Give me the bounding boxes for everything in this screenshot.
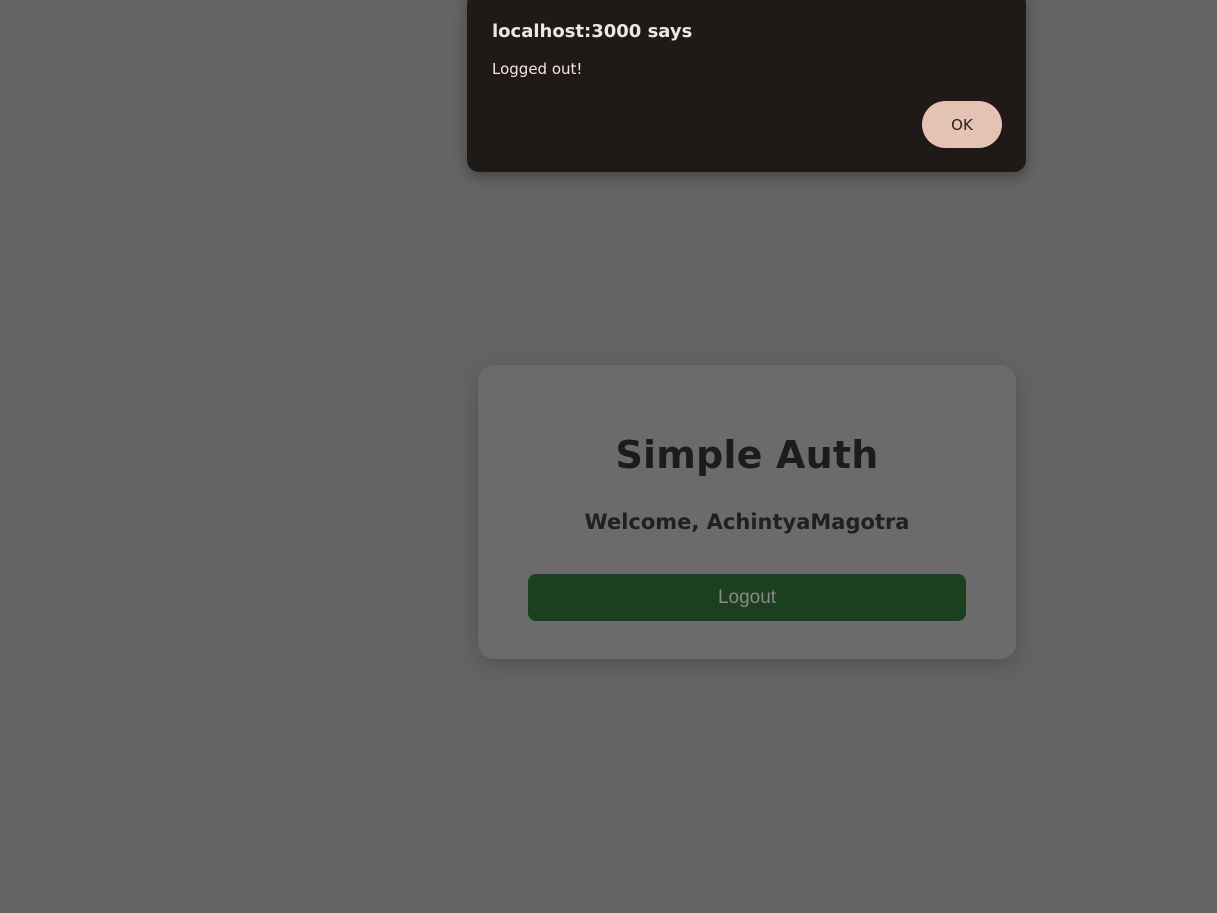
auth-card: Simple Auth Welcome, AchintyaMagotra Log… [478,365,1016,659]
alert-title: localhost:3000 says [492,21,693,42]
alert-dialog: localhost:3000 says Logged out! OK [467,0,1026,172]
alert-ok-button[interactable]: OK [922,101,1002,148]
alert-message: Logged out! [492,60,583,78]
welcome-message: Welcome, AchintyaMagotra [584,510,910,534]
page-title: Simple Auth [615,433,879,477]
logout-button[interactable]: Logout [528,574,966,621]
